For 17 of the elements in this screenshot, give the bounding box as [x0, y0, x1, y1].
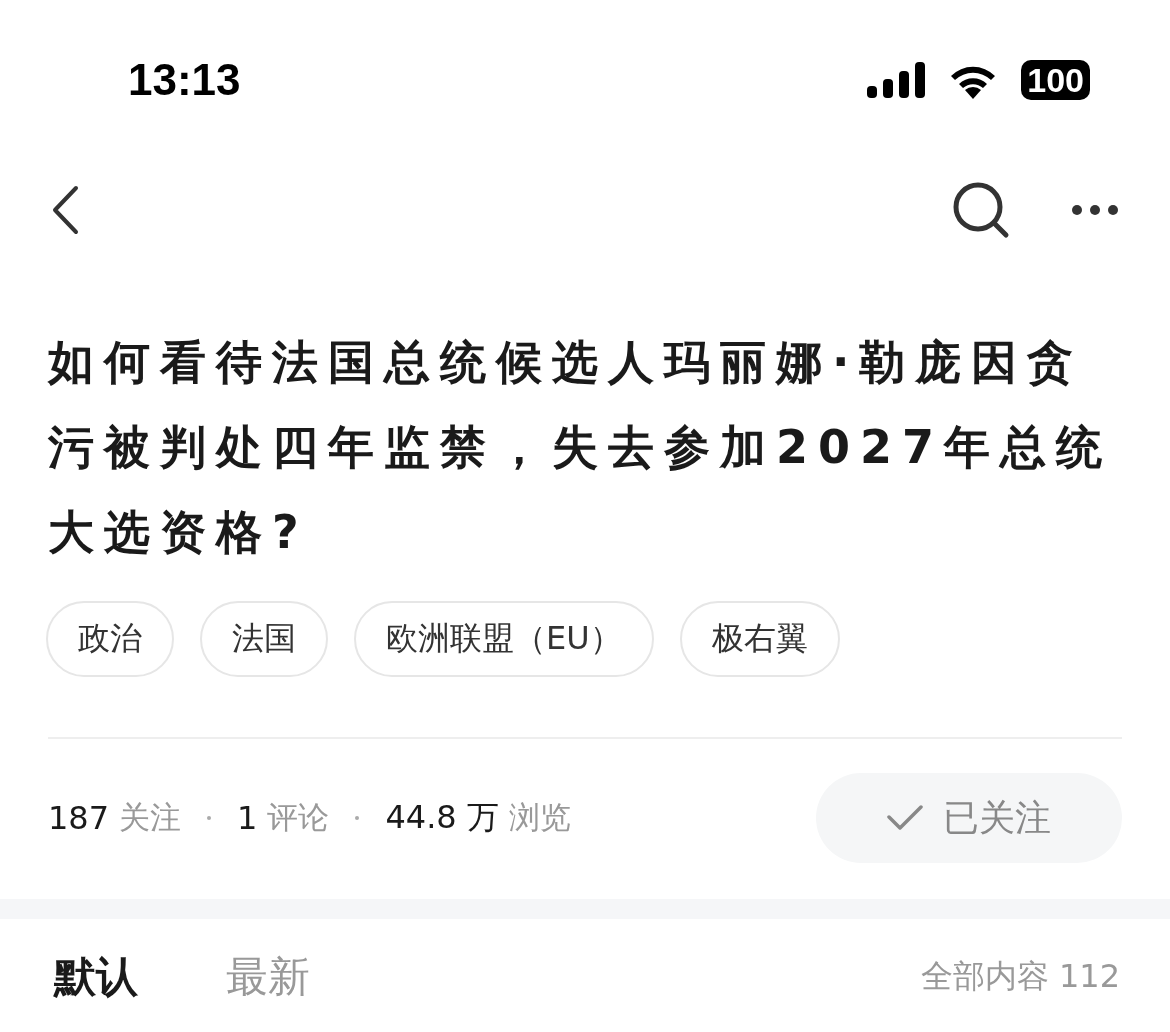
topic-tag[interactable]: 极右翼 — [679, 601, 840, 677]
topic-tag[interactable]: 政治 — [46, 601, 174, 677]
status-time: 13:13 — [128, 55, 241, 105]
more-icon[interactable] — [1072, 205, 1118, 215]
stat-count: 187 关注 — [48, 798, 182, 839]
topic-tag[interactable]: 法国 — [200, 601, 328, 677]
search-icon[interactable] — [952, 181, 1010, 239]
stat-count: 44.8 万 浏览 — [385, 797, 571, 838]
signal-icon — [867, 62, 926, 98]
check-icon — [887, 805, 923, 831]
battery-level: 100 — [1021, 60, 1090, 100]
sort-tab[interactable]: 默认 — [54, 949, 138, 1005]
question-title: 如何看待法国总统候选人玛丽娜·勒庞因贪污被判处四年监禁，失去参加2027年总统大选资格? — [46, 334, 1114, 561]
total-count: 全部内容 112 — [920, 956, 1120, 997]
stat-count: 1 评论 — [237, 798, 330, 839]
topic-tag[interactable]: 欧洲联盟（EU） — [354, 601, 654, 677]
back-icon[interactable] — [50, 185, 80, 235]
